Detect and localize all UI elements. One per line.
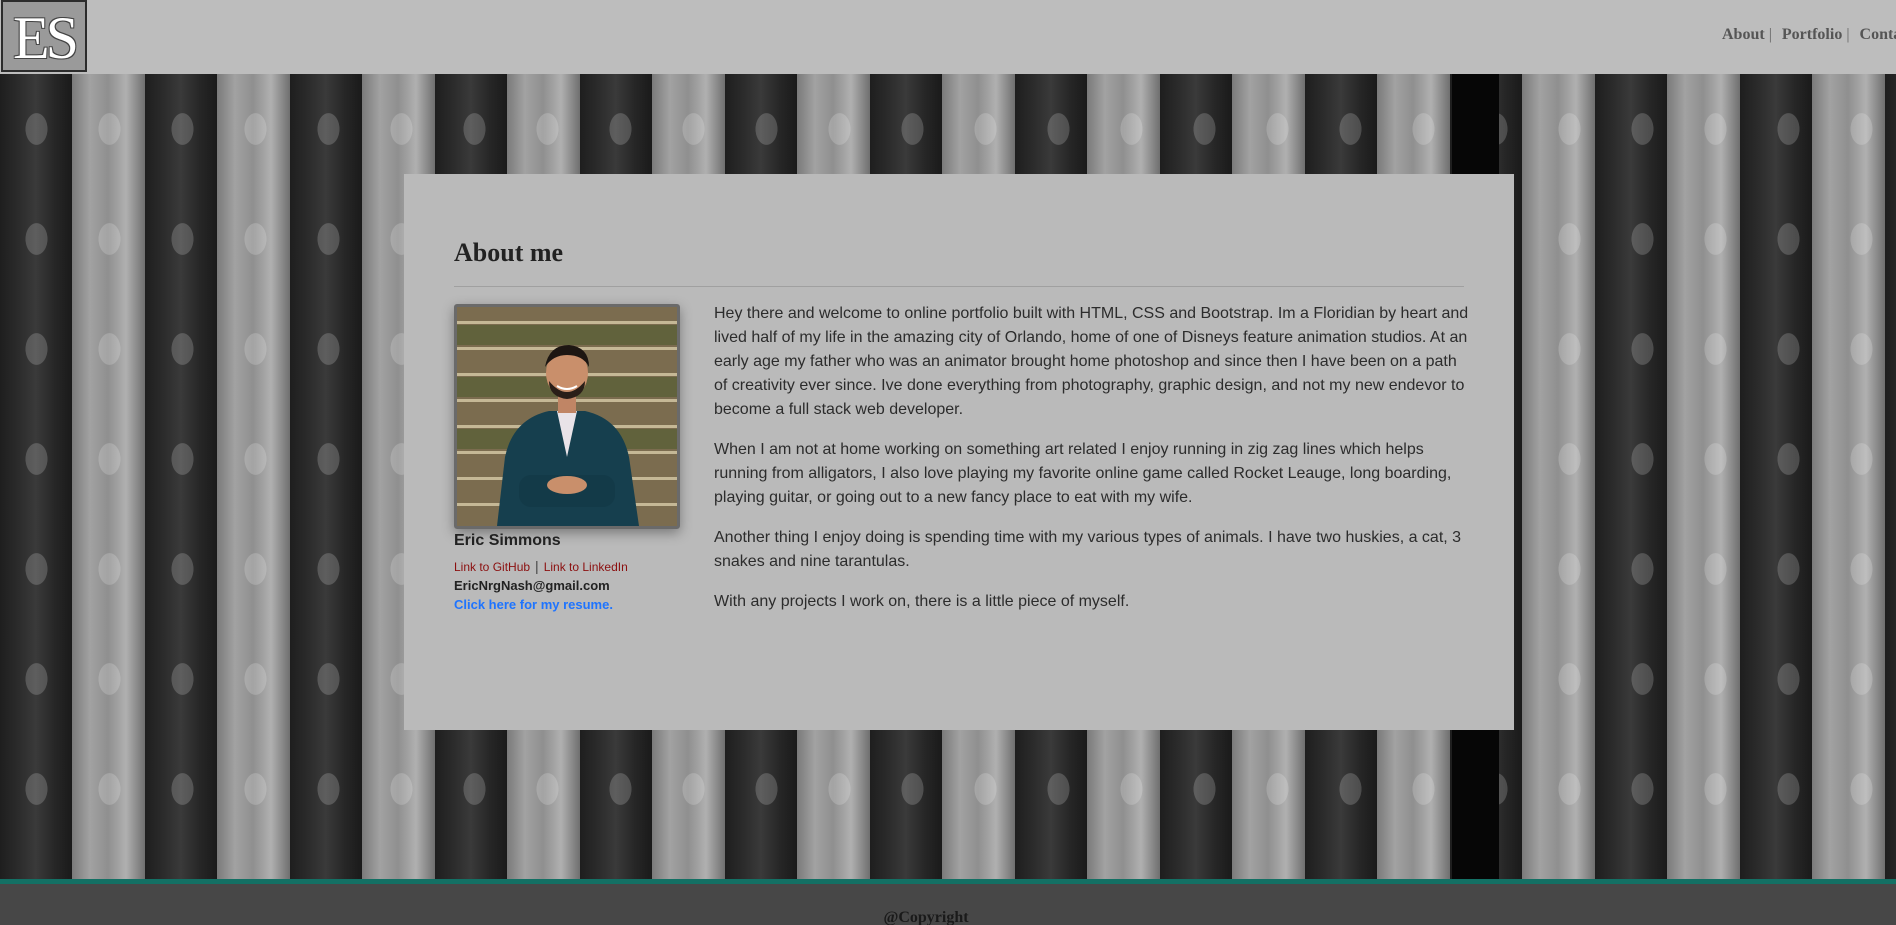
profile-links: Link to GitHub | Link to LinkedIn bbox=[454, 558, 628, 574]
profile-name: Eric Simmons bbox=[454, 532, 561, 549]
bio-paragraph: With any projects I work on, there is a … bbox=[714, 593, 1130, 610]
person-in-suit-photo-icon bbox=[457, 307, 677, 526]
site-header: ES About|Portfolio|Contact bbox=[0, 0, 1896, 74]
nav-link-contact[interactable]: Contact bbox=[1860, 26, 1896, 43]
page-title: About me bbox=[454, 238, 564, 267]
bio-paragraph: When I am not at home working on somethi… bbox=[714, 441, 1452, 506]
copyright-text: @Copyright bbox=[883, 909, 969, 925]
nav-link-about[interactable]: About bbox=[1722, 26, 1765, 43]
bio-paragraph: Hey there and welcome to online portfoli… bbox=[714, 305, 1469, 418]
site-logo[interactable]: ES bbox=[1, 0, 87, 72]
title-divider bbox=[454, 286, 1464, 287]
linkedin-link[interactable]: Link to LinkedIn bbox=[544, 560, 628, 574]
resume-link[interactable]: Click here for my resume. bbox=[454, 597, 613, 612]
main-nav: About|Portfolio|Contact bbox=[1722, 26, 1896, 44]
about-card: About me Eric Simmons Link to GitHub | L… bbox=[404, 174, 1514, 730]
profile-photo bbox=[454, 304, 680, 529]
profile-email: EricNrgNash@gmail.com bbox=[454, 578, 610, 593]
nav-separator: | bbox=[1846, 26, 1850, 43]
bio-text: Hey there and welcome to online portfoli… bbox=[714, 302, 1474, 630]
nav-separator: | bbox=[1768, 26, 1772, 43]
github-link[interactable]: Link to GitHub bbox=[454, 560, 530, 574]
link-separator: | bbox=[535, 558, 539, 574]
bio-paragraph: Another thing I enjoy doing is spending … bbox=[714, 529, 1462, 570]
site-footer: @Copyright bbox=[0, 879, 1896, 925]
nav-link-portfolio[interactable]: Portfolio bbox=[1782, 26, 1842, 43]
